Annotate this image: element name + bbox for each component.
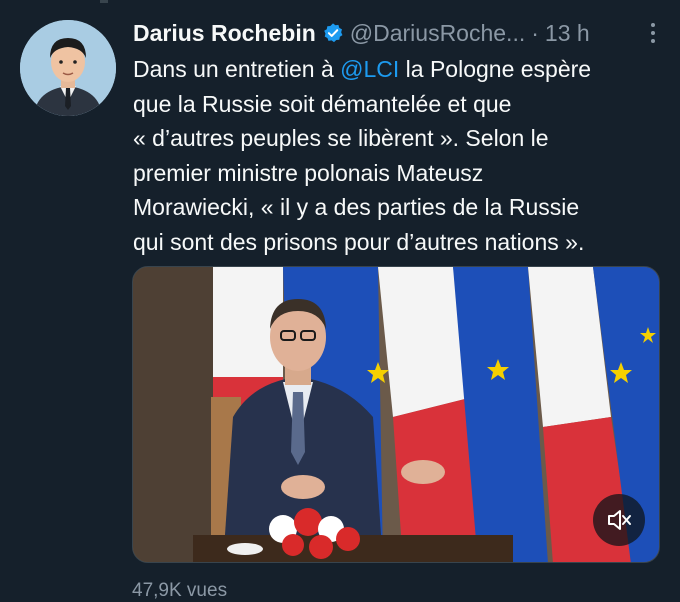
tweet-text-line: qui sont des prisons pour d’autres natio… — [133, 228, 585, 255]
tweet-text-line: la Pologne espère — [399, 56, 592, 82]
video-player[interactable] — [132, 266, 660, 563]
avatar-illustration — [20, 20, 116, 116]
verified-badge-icon — [323, 23, 343, 43]
timestamp[interactable]: 13 h — [545, 20, 590, 47]
thread-connector — [100, 0, 108, 3]
video-frame — [133, 267, 659, 562]
author-handle[interactable]: @DariusRoche... — [350, 20, 525, 47]
avatar[interactable] — [20, 20, 116, 116]
tweet-text-line: premier ministre polonais Mateusz — [133, 159, 484, 186]
more-options-icon[interactable] — [648, 23, 658, 45]
author-name[interactable]: Darius Rochebin — [133, 20, 316, 47]
tweet-header: Darius Rochebin @DariusRoche... · 13 h — [133, 17, 660, 49]
tweet-text-line: « d’autres peuples se libèrent ». Selon … — [133, 125, 549, 151]
mute-button[interactable] — [593, 494, 645, 546]
tweet-text-line: Morawiecki, « il y a des parties de la R… — [133, 194, 580, 220]
tweet-text: Dans un entretien à @LCI la Pologne espè… — [133, 52, 673, 259]
tweet-text-line: Dans un entretien à — [133, 56, 341, 82]
tweet-text-line: que la Russie soit démantelée et que — [133, 90, 512, 117]
view-count: 47,9K vues — [132, 580, 228, 601]
muted-speaker-icon — [608, 510, 631, 530]
mention-link[interactable]: @LCI — [340, 56, 399, 82]
separator-dot: · — [531, 19, 539, 46]
